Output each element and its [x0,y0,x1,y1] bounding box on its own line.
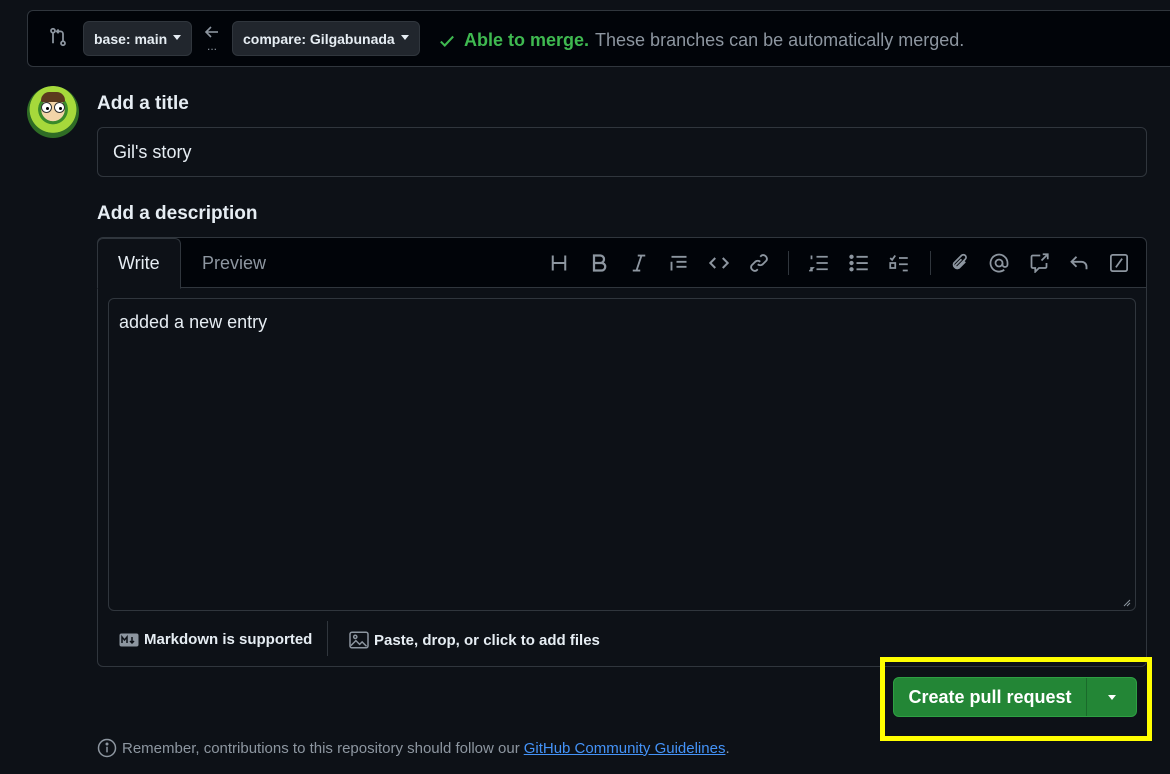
image-icon [349,631,369,649]
markdown-supported-text: Markdown is supported [144,631,313,648]
markdown-link[interactable]: Markdown is supported [119,631,312,648]
swap-dots: ... [206,39,217,53]
create-pull-request-button[interactable]: Create pull request [894,678,1086,716]
quote-icon[interactable] [667,251,691,275]
markdown-icon [119,633,139,646]
attach-files-text: Paste, drop, or click to add files [374,631,600,649]
chevron-down-icon [173,35,182,40]
slash-commands-icon[interactable] [1107,251,1131,275]
merge-status: Able to merge. These branches can be aut… [438,30,964,51]
attach-icon[interactable] [947,251,971,275]
merge-status-text: These branches can be automatically merg… [595,30,965,50]
compare-icon [48,27,68,52]
unordered-list-icon[interactable] [847,251,871,275]
base-branch-label: base: main [94,30,168,47]
note-trailing: . [725,739,730,757]
tab-write[interactable]: Write [97,238,181,289]
contribution-note: Remember, contributions to this reposito… [97,738,730,758]
note-text: Remember, contributions to this reposito… [122,739,520,757]
attach-files-button[interactable]: Paste, drop, or click to add files [349,631,600,649]
compare-branch-label: compare: Gilgabunada [243,30,395,47]
title-label: Add a title [97,93,189,114]
merge-ok-label: Able to merge. [464,30,590,50]
code-icon[interactable] [707,251,731,275]
link-icon[interactable] [747,251,771,275]
create-pull-request-button-group: Create pull request [893,677,1137,717]
compare-bar: base: main ... compare: Gilgabunada Able… [27,10,1170,67]
description-label: Add a description [97,203,258,224]
base-branch-button[interactable]: base: main [83,21,193,56]
cross-reference-icon[interactable] [1027,251,1051,275]
title-input[interactable] [97,127,1147,177]
check-icon [440,35,454,47]
avatar[interactable] [27,86,79,138]
numbered-list-icon[interactable] [807,251,831,275]
heading-icon[interactable] [547,251,571,275]
arrow-left-icon [204,26,218,38]
create-options-dropdown[interactable] [1087,678,1136,716]
community-guidelines-link[interactable]: GitHub Community Guidelines [524,740,726,757]
swap-arrow: ... [204,25,220,53]
saved-replies-icon[interactable] [1067,251,1091,275]
bold-icon[interactable] [587,251,611,275]
chevron-down-icon [400,35,409,40]
tab-preview[interactable]: Preview [182,238,286,288]
chevron-down-icon [1107,694,1116,700]
task-list-icon[interactable] [887,251,911,275]
editor-header: Write Preview [97,238,1146,289]
italic-icon[interactable] [627,251,651,275]
description-editor: Write Preview added a new entry Markdown… [97,237,1147,667]
description-textarea[interactable]: added a new entry [108,298,1136,611]
resize-handle-icon[interactable] [1123,599,1131,607]
mention-icon[interactable] [987,251,1011,275]
compare-branch-button[interactable]: compare: Gilgabunada [232,21,420,56]
info-icon [97,738,117,758]
